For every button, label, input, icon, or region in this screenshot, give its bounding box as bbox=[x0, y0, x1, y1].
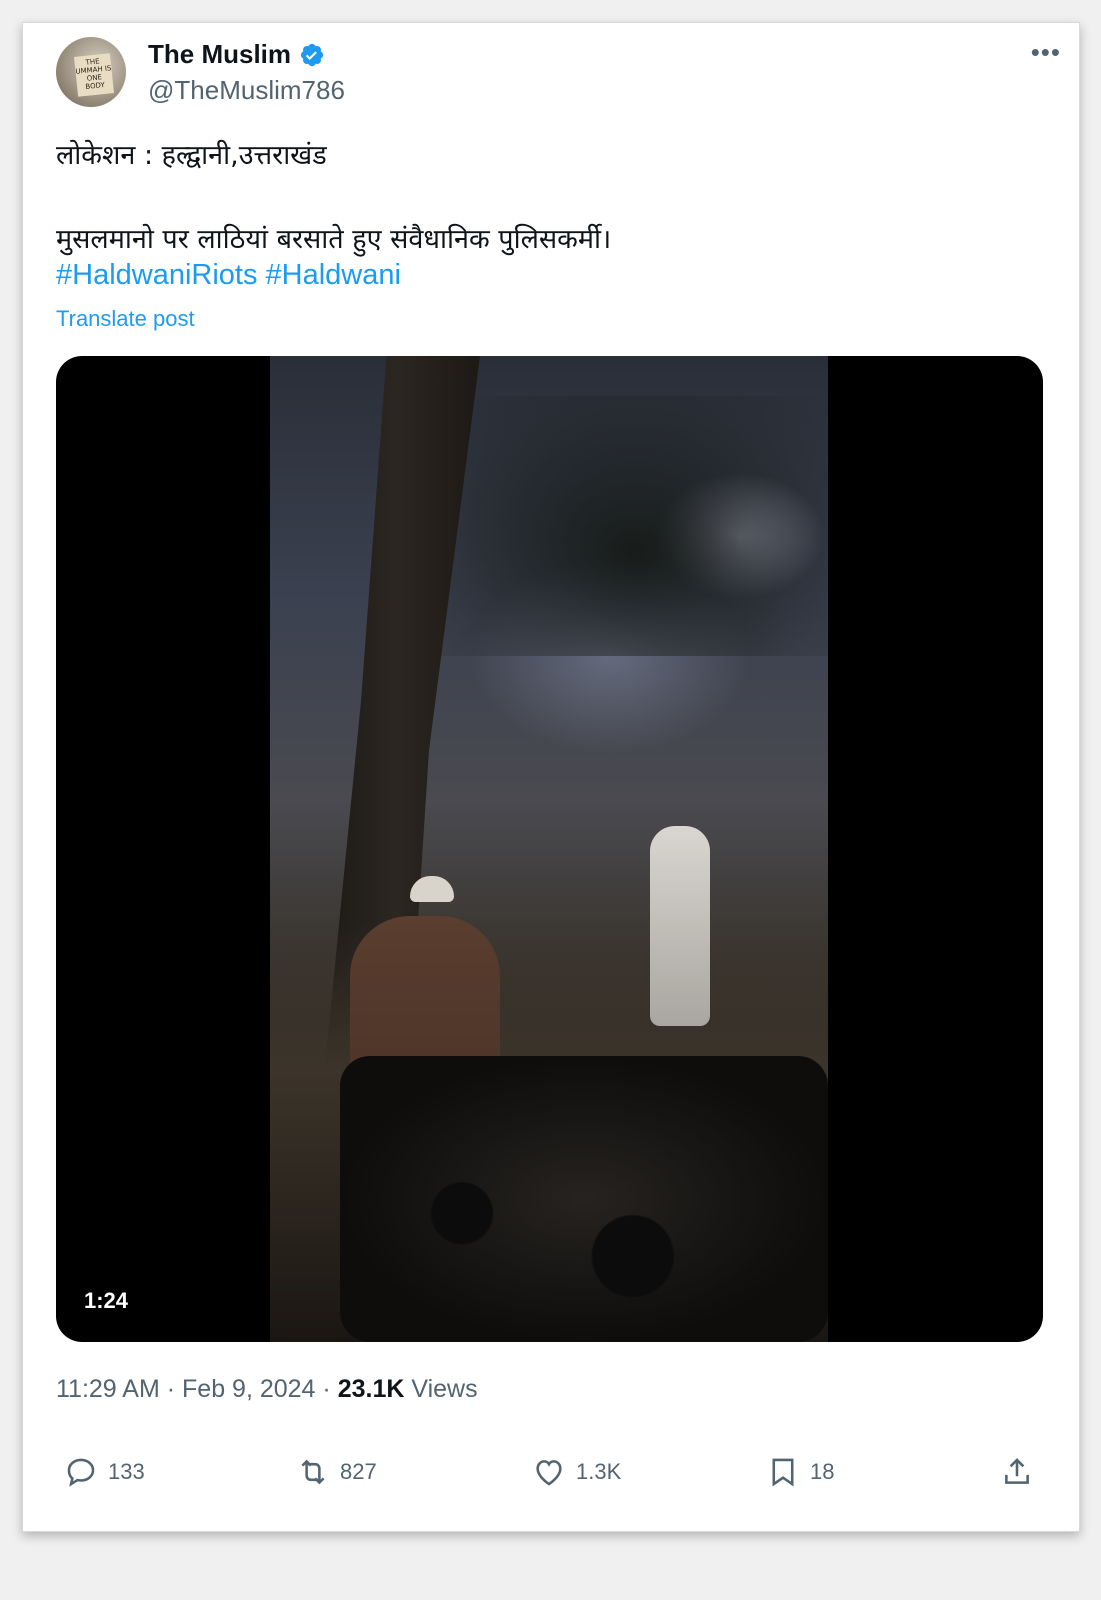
person-cap bbox=[410, 876, 454, 902]
display-name[interactable]: The Muslim bbox=[148, 39, 291, 70]
repost-icon bbox=[301, 1459, 325, 1485]
bookmark-button[interactable]: 18 bbox=[766, 1455, 834, 1489]
translate-post-link[interactable]: Translate post bbox=[56, 306, 195, 332]
reply-icon bbox=[67, 1458, 95, 1487]
meta-separator: · bbox=[166, 1375, 176, 1403]
share-icon bbox=[1005, 1458, 1029, 1484]
repost-count: 827 bbox=[340, 1459, 377, 1484]
heart-icon bbox=[536, 1460, 562, 1486]
like-count: 1.3K bbox=[576, 1459, 622, 1484]
post-date[interactable]: Feb 9, 2024 bbox=[182, 1375, 315, 1403]
post-text-location: लोकेशन : हल्द्वानी,उत्तराखंड bbox=[56, 140, 327, 171]
hashtag-link[interactable]: #HaldwaniRiots bbox=[56, 259, 258, 291]
more-options-icon[interactable]: ••• bbox=[1031, 37, 1061, 68]
action-bar: 133 827 1.3K 18 bbox=[56, 1455, 1036, 1495]
post-text-body: मुसलमानो पर लाठियां बरसाते हुए संवैधानिक… bbox=[56, 224, 612, 255]
tree-canopy bbox=[440, 396, 830, 656]
video-duration: 1:24 bbox=[84, 1288, 129, 1313]
motorcycles bbox=[340, 1056, 828, 1342]
share-button[interactable] bbox=[1000, 1455, 1034, 1489]
verified-badge-icon bbox=[300, 43, 324, 66]
person-figure bbox=[650, 826, 710, 1026]
hashtags: #HaldwaniRiots #Haldwani bbox=[56, 259, 409, 292]
avatar-sign: THE UMMAH IS ONE BODY bbox=[74, 53, 114, 97]
repost-button[interactable]: 827 bbox=[296, 1455, 377, 1489]
reply-count: 133 bbox=[108, 1459, 145, 1484]
hashtag-link[interactable]: #Haldwani bbox=[266, 259, 401, 291]
avatar[interactable]: THE UMMAH IS ONE BODY bbox=[56, 37, 126, 107]
author-name[interactable]: The Muslim bbox=[148, 39, 325, 70]
post-time[interactable]: 11:29 AM bbox=[56, 1375, 160, 1403]
post-card: THE UMMAH IS ONE BODY The Muslim @TheMus… bbox=[22, 22, 1080, 1532]
post-meta: 11:29 AM · Feb 9, 2024 · 23.1K Views bbox=[56, 1375, 478, 1404]
author-handle[interactable]: @TheMuslim786 bbox=[148, 75, 345, 106]
views-count: 23.1K bbox=[337, 1375, 405, 1403]
reply-button[interactable]: 133 bbox=[64, 1455, 145, 1489]
views-label: Views bbox=[411, 1375, 478, 1403]
meta-separator: · bbox=[322, 1375, 331, 1403]
video-frame bbox=[270, 356, 830, 1342]
bookmark-icon bbox=[772, 1458, 794, 1487]
video-player[interactable]: 1:24 bbox=[56, 356, 1043, 1342]
bookmark-count: 18 bbox=[810, 1459, 835, 1484]
like-button[interactable]: 1.3K bbox=[532, 1455, 621, 1489]
